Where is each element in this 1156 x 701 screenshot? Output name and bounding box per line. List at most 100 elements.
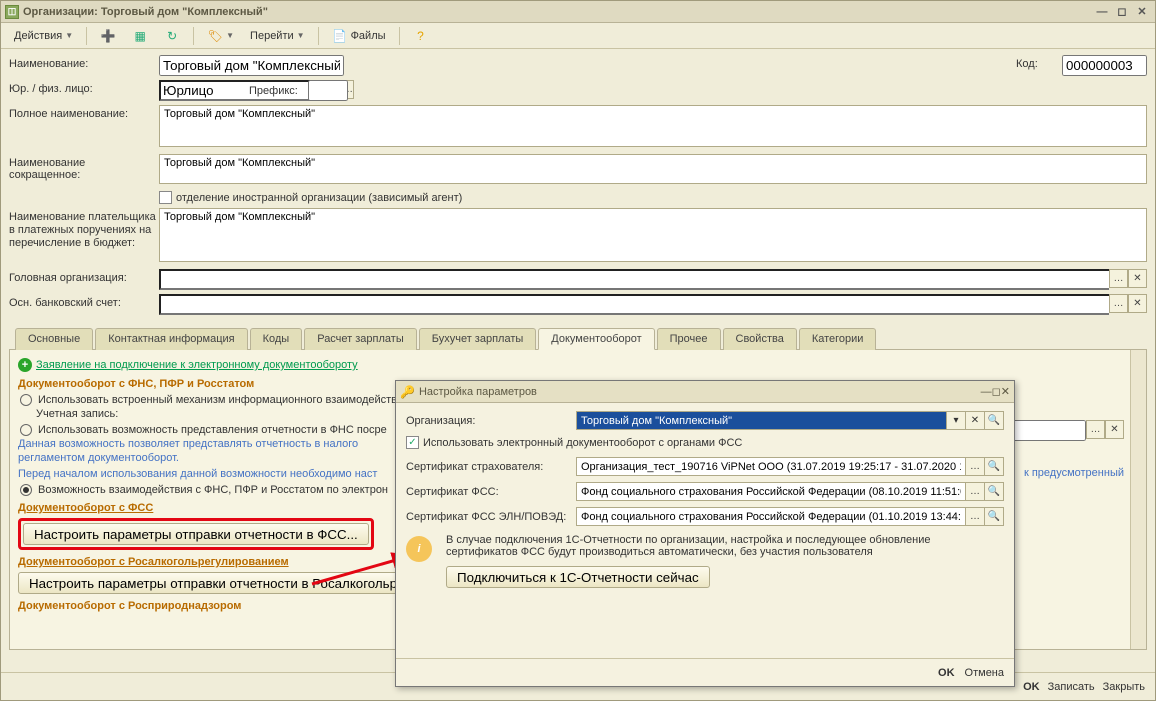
- help-button[interactable]: ?: [406, 26, 436, 46]
- tool-btn-2[interactable]: ▦: [125, 26, 155, 46]
- main-close-button[interactable]: Закрыть: [1103, 681, 1145, 693]
- label-code: Код:: [1006, 55, 1062, 70]
- radio-2[interactable]: [20, 424, 32, 436]
- shortname-textarea[interactable]: Торговый дом "Комплексный": [159, 154, 1147, 184]
- label-name: Наименование:: [9, 55, 159, 70]
- label-fullname: Полное наименование:: [9, 105, 159, 120]
- window-titlebar: ◫ Организации: Торговый дом "Комплексный…: [1, 1, 1155, 23]
- main-toolbar: Действия▼ ➕ ▦ ↻ 🏷▼ Перейти▼ 📄Файлы ?: [1, 23, 1155, 49]
- prefix-input[interactable]: [308, 80, 348, 101]
- dlg-label-cert-eln: Сертификат ФСС ЭЛН/ПОВЭД:: [406, 511, 576, 523]
- dlg-cert-ins-input[interactable]: [576, 457, 966, 476]
- dialog-close-button[interactable]: ✕: [1001, 385, 1010, 398]
- dialog-footer: OK Отмена: [396, 658, 1014, 686]
- label-bankacc: Осн. банковский счет:: [9, 294, 159, 309]
- connect-1c-button[interactable]: Подключиться к 1С-Отчетности сейчас: [446, 566, 710, 588]
- list-icon: ▦: [132, 28, 148, 44]
- label-person: Юр. / физ. лицо:: [9, 80, 159, 95]
- settings-dialog: 🔑 Настройка параметров — ◻ ✕ Организация…: [395, 380, 1015, 687]
- highlight-box: Настроить параметры отправки отчетности …: [18, 518, 374, 550]
- dlg-edo-label: Использовать электронный документооборот…: [423, 437, 742, 449]
- label-payer: Наименование плательщика в платежных пор…: [9, 208, 159, 250]
- hint-right-peek: к предусмотренный: [1024, 467, 1124, 479]
- files-icon: 📄: [332, 28, 348, 44]
- window-title: Организации: Торговый дом "Комплексный": [23, 6, 268, 18]
- dialog-title: Настройка параметров: [419, 386, 537, 398]
- dialog-minimize-button[interactable]: —: [981, 386, 992, 398]
- dialog-titlebar: 🔑 Настройка параметров — ◻ ✕: [396, 381, 1014, 403]
- dlg-edo-checkbox[interactable]: ✓: [406, 436, 419, 449]
- tab-salary-acc[interactable]: Бухучет зарплаты: [419, 328, 537, 350]
- actions-menu[interactable]: Действия▼: [7, 26, 80, 46]
- tab-cat[interactable]: Категории: [799, 328, 877, 350]
- dlg-cert-eln-lookup[interactable]: 🔍: [985, 507, 1004, 526]
- bankacc-clear-button[interactable]: ✕: [1128, 294, 1147, 313]
- goto-menu[interactable]: Перейти▼: [243, 26, 312, 46]
- app-icon: ◫: [5, 5, 19, 19]
- dlg-cert-eln-pick[interactable]: …: [966, 507, 985, 526]
- tab-main[interactable]: Основные: [15, 328, 93, 350]
- dlg-org-lookup[interactable]: 🔍: [985, 411, 1004, 430]
- tab-props[interactable]: Свойства: [723, 328, 797, 350]
- dlg-info-2: сертификатов ФСС будут производиться авт…: [446, 546, 931, 558]
- info-icon: i: [406, 536, 432, 562]
- headorg-lookup-button[interactable]: …: [1109, 269, 1128, 288]
- dlg-info-1: В случае подключения 1С-Отчетности по ор…: [446, 534, 931, 546]
- minimize-button[interactable]: —: [1093, 4, 1111, 20]
- radio-1[interactable]: [20, 394, 32, 406]
- tab-other[interactable]: Прочее: [657, 328, 721, 350]
- foreign-checkbox[interactable]: [159, 191, 172, 204]
- code-input[interactable]: [1062, 55, 1147, 76]
- dialog-ok-button[interactable]: OK: [938, 667, 955, 679]
- radio-1-label: Использовать встроенный механизм информа…: [38, 394, 397, 406]
- tab-contact[interactable]: Контактная информация: [95, 328, 247, 350]
- main-save-button[interactable]: Записать: [1048, 681, 1095, 693]
- alk-settings-button[interactable]: Настроить параметры отправки отчетности …: [18, 572, 457, 594]
- headorg-input[interactable]: [159, 269, 1109, 290]
- dlg-cert-fss-lookup[interactable]: 🔍: [985, 482, 1004, 501]
- fss-settings-button[interactable]: Настроить параметры отправки отчетности …: [23, 523, 369, 545]
- dialog-cancel-button[interactable]: Отмена: [965, 667, 1004, 679]
- dlg-cert-fss-input[interactable]: [576, 482, 966, 501]
- tool-btn-1[interactable]: ➕: [93, 26, 123, 46]
- dialog-maximize-button[interactable]: ◻: [992, 385, 1001, 398]
- tool-btn-4[interactable]: 🏷▼: [200, 26, 241, 46]
- label-headorg: Головная организация:: [9, 269, 159, 284]
- dlg-org-clear[interactable]: ✕: [966, 411, 985, 430]
- fullname-textarea[interactable]: Торговый дом "Комплексный": [159, 105, 1147, 147]
- close-button[interactable]: ✕: [1133, 4, 1151, 20]
- payer-textarea[interactable]: Торговый дом "Комплексный": [159, 208, 1147, 262]
- refresh-icon: ↻: [164, 28, 180, 44]
- radio-2-label: Использовать возможность представления о…: [38, 424, 387, 436]
- tab-codes[interactable]: Коды: [250, 328, 303, 350]
- label-prefix: Префикс:: [249, 85, 298, 97]
- label-foreign: отделение иностранной организации (завис…: [176, 192, 462, 204]
- tool-btn-3[interactable]: ↻: [157, 26, 187, 46]
- scrollbar[interactable]: [1130, 350, 1146, 649]
- bankacc-lookup-button[interactable]: …: [1109, 294, 1128, 313]
- connect-edo-link[interactable]: Заявление на подключение к электронному …: [36, 359, 358, 371]
- tab-docflow[interactable]: Документооборот: [538, 328, 654, 350]
- tab-bar: Основные Контактная информация Коды Расч…: [9, 327, 1147, 350]
- dlg-cert-ins-pick[interactable]: …: [966, 457, 985, 476]
- acct-lookup-peek[interactable]: …: [1086, 420, 1105, 439]
- bankacc-input[interactable]: [159, 294, 1109, 315]
- tab-salary[interactable]: Расчет зарплаты: [304, 328, 417, 350]
- main-ok-button[interactable]: OK: [1023, 681, 1040, 693]
- dlg-org-dropdown[interactable]: ▾: [947, 411, 966, 430]
- maximize-button[interactable]: ◻: [1113, 4, 1131, 20]
- radio-3[interactable]: [20, 484, 32, 496]
- dlg-cert-eln-input[interactable]: [576, 507, 966, 526]
- label-account: Учетная запись:: [36, 408, 118, 420]
- dlg-label-org: Организация:: [406, 415, 576, 427]
- name-input[interactable]: [159, 55, 344, 76]
- dlg-org-input[interactable]: [576, 411, 947, 430]
- files-button[interactable]: 📄Файлы: [325, 26, 393, 46]
- acct-clear-peek[interactable]: ✕: [1105, 420, 1124, 439]
- dlg-cert-ins-lookup[interactable]: 🔍: [985, 457, 1004, 476]
- headorg-clear-button[interactable]: ✕: [1128, 269, 1147, 288]
- plus-icon: +: [18, 358, 32, 372]
- help-icon: ?: [413, 28, 429, 44]
- tag-icon: 🏷: [207, 28, 223, 44]
- dlg-cert-fss-pick[interactable]: …: [966, 482, 985, 501]
